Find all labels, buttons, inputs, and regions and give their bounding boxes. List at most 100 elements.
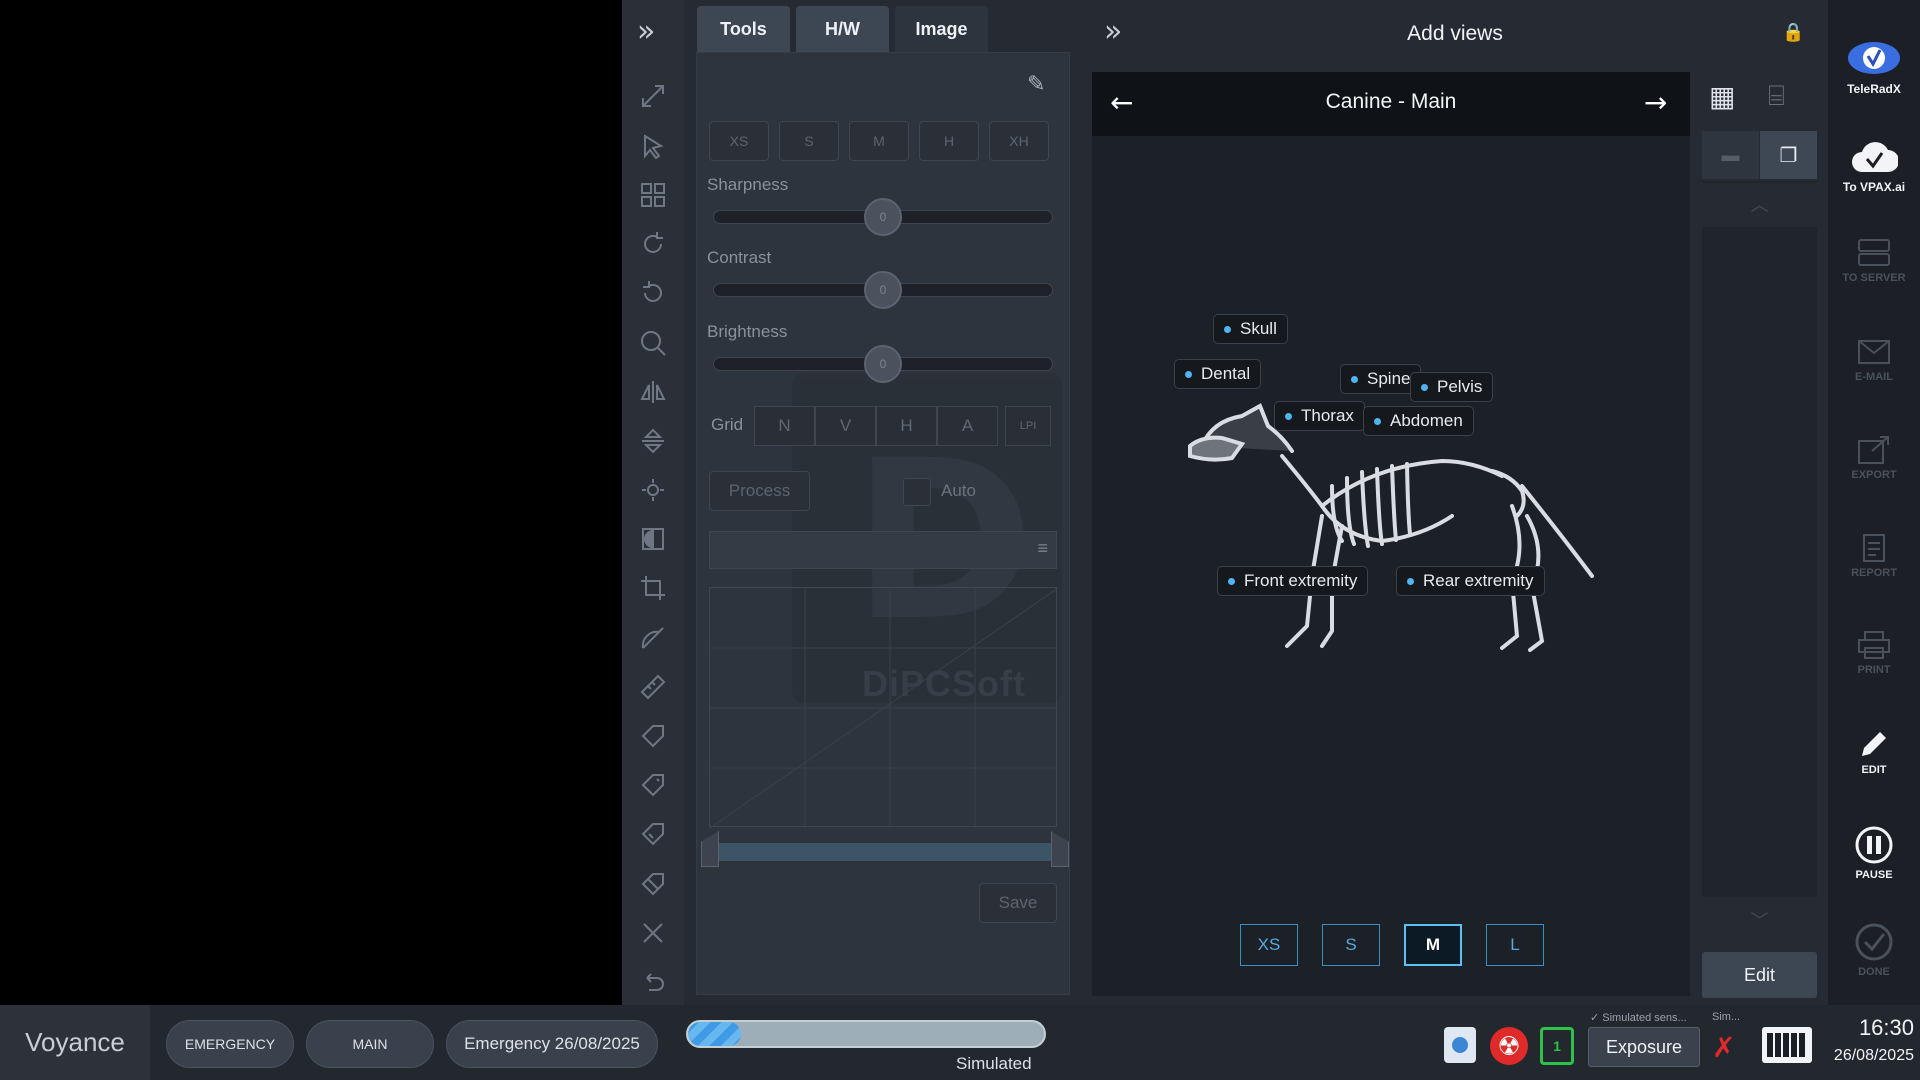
thumbnail-list[interactable]: ︿ ﹀ bbox=[1702, 181, 1817, 943]
resize-diagonal-icon[interactable] bbox=[637, 80, 669, 112]
marker-tag-cross-icon[interactable] bbox=[637, 868, 669, 900]
expand-chevron-icon[interactable]: » bbox=[637, 14, 655, 49]
range-right-handle[interactable] bbox=[1051, 831, 1069, 867]
marker-tag-icon[interactable] bbox=[637, 720, 669, 752]
crop-icon[interactable] bbox=[637, 572, 669, 604]
keyboard-icon[interactable] bbox=[1762, 1027, 1812, 1063]
sensor-device-icon[interactable] bbox=[1444, 1027, 1476, 1063]
grid-n-button[interactable]: N bbox=[754, 406, 815, 446]
vpax-label: To VPAX.ai bbox=[1842, 180, 1906, 194]
page-title: Add views bbox=[1407, 22, 1503, 45]
pointer-arrow-icon[interactable] bbox=[637, 130, 669, 162]
radiation-icon[interactable]: ☢ bbox=[1490, 1027, 1528, 1065]
contrast-label: Contrast bbox=[707, 248, 772, 267]
generator-disconnected-icon[interactable]: ✗ bbox=[1712, 1031, 1735, 1064]
cloud-check-icon bbox=[1852, 142, 1898, 172]
angle-measure-icon[interactable] bbox=[637, 622, 669, 654]
process-button[interactable]: Process bbox=[709, 471, 810, 511]
next-arrow-icon[interactable]: → bbox=[1644, 86, 1667, 119]
marker-tag-alt-icon[interactable] bbox=[637, 769, 669, 801]
range-bar[interactable] bbox=[715, 843, 1055, 861]
folder-tab-icon[interactable]: ▬ bbox=[1702, 131, 1759, 179]
scroll-down-icon[interactable]: ﹀ bbox=[1702, 899, 1817, 943]
rotate-counterclockwise-icon[interactable] bbox=[637, 277, 669, 309]
view-nav-title: Canine - Main bbox=[1325, 90, 1457, 113]
contrast-slider-knob[interactable]: 0 bbox=[864, 271, 902, 309]
progress-caption: Simulated bbox=[956, 1054, 1032, 1073]
grid-a-button[interactable]: A bbox=[937, 406, 998, 446]
list-icon[interactable]: ≡ bbox=[1037, 538, 1048, 559]
zoom-one-to-one-icon[interactable] bbox=[637, 327, 669, 359]
skull-label[interactable]: Skull bbox=[1213, 314, 1288, 344]
done-label: DONE bbox=[1858, 966, 1890, 978]
export-button[interactable]: EXPORT bbox=[1828, 435, 1920, 481]
undo-icon[interactable] bbox=[637, 966, 669, 998]
report-button[interactable]: REPORT bbox=[1828, 533, 1920, 579]
email-label: E-MAIL bbox=[1855, 371, 1893, 383]
edit-button[interactable]: Edit bbox=[1702, 952, 1817, 998]
pause-label: PAUSE bbox=[1855, 869, 1893, 881]
main-button[interactable]: MAIN bbox=[306, 1020, 434, 1068]
print-button[interactable]: PRINT bbox=[1828, 630, 1920, 676]
size-h-button[interactable]: H bbox=[919, 121, 979, 161]
save-button[interactable]: Save bbox=[979, 883, 1057, 923]
status-bar: Voyance EMERGENCY MAIN Emergency 26/08/2… bbox=[0, 1005, 1920, 1080]
range-left-handle[interactable] bbox=[701, 831, 719, 867]
flip-horizontal-icon[interactable] bbox=[637, 376, 669, 408]
export-label: EXPORT bbox=[1851, 469, 1897, 481]
grid-layout-icon[interactable] bbox=[637, 179, 669, 211]
done-button[interactable]: DONE bbox=[1828, 922, 1920, 978]
emergency-button[interactable]: EMERGENCY bbox=[166, 1020, 294, 1068]
dental-label[interactable]: Dental bbox=[1174, 359, 1262, 389]
exposure-button[interactable]: Exposure bbox=[1588, 1027, 1700, 1067]
images-tab-icon[interactable]: ❐ bbox=[1760, 131, 1817, 179]
curve-graph[interactable] bbox=[709, 587, 1058, 828]
lock-icon[interactable]: 🔒 bbox=[1782, 22, 1804, 43]
simulated-sensor-status: ✓ Simulated sens... bbox=[1590, 1012, 1687, 1024]
size-xh-button[interactable]: XH bbox=[989, 121, 1049, 161]
pencil-icon[interactable]: ✎ bbox=[1027, 71, 1045, 97]
image-panel: Tools H/W Image D DiPCSoft ✎ XS S M H XH… bbox=[684, 0, 1082, 1005]
to-server-button[interactable]: TO SERVER bbox=[1828, 238, 1920, 284]
contrast-icon[interactable] bbox=[637, 523, 669, 555]
pelvis-label[interactable]: Pelvis bbox=[1410, 372, 1494, 402]
pause-button[interactable]: PAUSE bbox=[1828, 825, 1920, 881]
marker-tag-edit-icon[interactable] bbox=[637, 818, 669, 850]
rotate-clockwise-icon[interactable] bbox=[637, 228, 669, 260]
grid-v-button[interactable]: V bbox=[815, 406, 876, 446]
front-extremity-label[interactable]: Front extremity bbox=[1217, 566, 1369, 596]
teleradx-button[interactable]: TeleRadX bbox=[1828, 38, 1920, 96]
study-button[interactable]: Emergency 26/08/2025 bbox=[446, 1020, 658, 1068]
size-xs-button[interactable]: XS bbox=[709, 121, 769, 161]
brightness-icon[interactable] bbox=[637, 474, 669, 506]
brightness-slider-knob[interactable]: 0 bbox=[864, 345, 902, 383]
grid-h-button[interactable]: H bbox=[876, 406, 937, 446]
abdomen-label[interactable]: Abdomen bbox=[1363, 406, 1474, 436]
email-button[interactable]: E-MAIL bbox=[1828, 337, 1920, 383]
rear-extremity-label[interactable]: Rear extremity bbox=[1396, 566, 1545, 596]
tab-hw[interactable]: H/W bbox=[796, 6, 889, 52]
view-size-xs-button[interactable]: XS bbox=[1240, 924, 1298, 966]
image-settings-panel: D DiPCSoft ✎ XS S M H XH Sharpness 0 Con… bbox=[696, 52, 1070, 995]
ruler-icon[interactable] bbox=[637, 671, 669, 703]
battery-status-icon[interactable]: 1 bbox=[1540, 1027, 1574, 1065]
delete-annotation-icon[interactable] bbox=[637, 917, 669, 949]
view-size-m-button[interactable]: M bbox=[1404, 924, 1462, 966]
preset-select[interactable]: ≡ bbox=[709, 531, 1057, 569]
size-m-button[interactable]: M bbox=[849, 121, 909, 161]
checklist-grid-icon[interactable]: ▦ bbox=[1709, 80, 1735, 113]
edit-action-button[interactable]: EDIT bbox=[1828, 730, 1920, 776]
thorax-label[interactable]: Thorax bbox=[1274, 401, 1365, 431]
lpi-button[interactable]: LPI bbox=[1005, 406, 1051, 446]
tab-image[interactable]: Image bbox=[895, 6, 988, 52]
auto-checkbox[interactable] bbox=[903, 478, 931, 506]
size-s-button[interactable]: S bbox=[779, 121, 839, 161]
sharpness-slider-knob[interactable]: 0 bbox=[864, 198, 902, 236]
split-view-icon[interactable]: ⌸ bbox=[1768, 80, 1785, 113]
scroll-up-icon[interactable]: ︿ bbox=[1702, 183, 1817, 227]
flip-vertical-icon[interactable] bbox=[637, 425, 669, 457]
vpax-button[interactable]: To VPAX.ai bbox=[1828, 140, 1920, 194]
view-size-s-button[interactable]: S bbox=[1322, 924, 1380, 966]
tab-tools[interactable]: Tools bbox=[697, 6, 790, 52]
view-size-l-button[interactable]: L bbox=[1486, 924, 1544, 966]
